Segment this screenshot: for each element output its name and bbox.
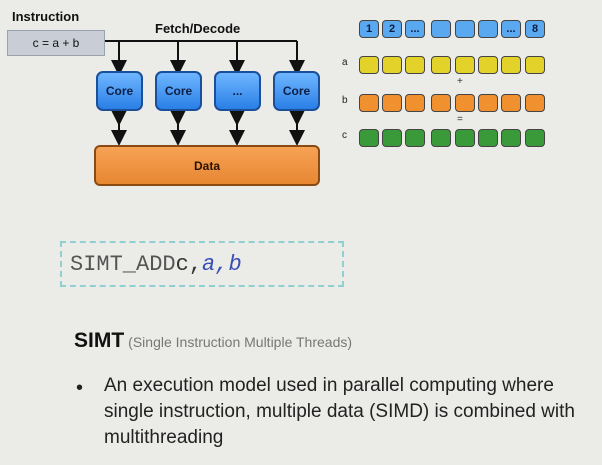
cell-b-1: [359, 94, 379, 112]
cell-c-5: [455, 129, 475, 147]
simt-add-code: SIMT_ADD c, a, b: [60, 241, 344, 287]
simt-title: SIMT (Single Instruction Multiple Threads…: [74, 329, 352, 353]
cell-a-3: [405, 56, 425, 74]
fetch-decode-label: Fetch/Decode: [155, 21, 241, 36]
cell-b-5: [455, 94, 475, 112]
cell-thread-2: 2: [382, 20, 402, 38]
equals-sign: =: [457, 114, 463, 125]
cell-c-3: [405, 129, 425, 147]
cell-a-5: [455, 56, 475, 74]
cell-c-6: [478, 129, 498, 147]
cell-c-2: [382, 129, 402, 147]
cell-a-7: [501, 56, 521, 74]
cell-a-2: [382, 56, 402, 74]
cell-thread-8: 8: [525, 20, 545, 38]
cell-b-8: [525, 94, 545, 112]
plus-sign: +: [457, 76, 463, 87]
cell-a-1: [359, 56, 379, 74]
code-reg-c: c,: [175, 251, 203, 277]
simt-subtitle: (Single Instruction Multiple Threads): [128, 334, 353, 350]
cell-c-1: [359, 129, 379, 147]
cell-c-8: [525, 129, 545, 147]
instruction-box: c = a + b: [7, 30, 105, 56]
core-1: Core: [96, 71, 143, 111]
code-op: SIMT_ADD: [70, 251, 176, 277]
cell-b-3: [405, 94, 425, 112]
cell-thread-7: ...: [501, 20, 521, 38]
row-label-b: b: [342, 95, 348, 106]
code-arg-b: b: [228, 251, 242, 277]
cell-b-7: [501, 94, 521, 112]
cell-a-6: [478, 56, 498, 74]
core-2: Core: [155, 71, 202, 111]
simt-title-text: SIMT: [74, 329, 125, 352]
instruction-label: Instruction: [12, 9, 80, 24]
cell-thread-3: ...: [405, 20, 425, 38]
simt-description: An execution model used in parallel comp…: [104, 375, 575, 448]
cell-thread-6: [478, 20, 498, 38]
data-box: Data: [94, 145, 320, 186]
cell-c-4: [431, 129, 451, 147]
cell-b-4: [431, 94, 451, 112]
core-ellipsis: ...: [214, 71, 261, 111]
cell-c-7: [501, 129, 521, 147]
cell-b-2: [382, 94, 402, 112]
cell-a-8: [525, 56, 545, 74]
cell-thread-5: [455, 20, 475, 38]
row-label-a: a: [342, 57, 348, 68]
cell-thread-4: [431, 20, 451, 38]
cell-thread-1: 1: [359, 20, 379, 38]
row-label-c: c: [342, 130, 347, 141]
bullet-icon: •: [76, 377, 84, 399]
cell-a-4: [431, 56, 451, 74]
cell-b-6: [478, 94, 498, 112]
core-4: Core: [273, 71, 320, 111]
code-arg-a: a,: [202, 251, 229, 277]
